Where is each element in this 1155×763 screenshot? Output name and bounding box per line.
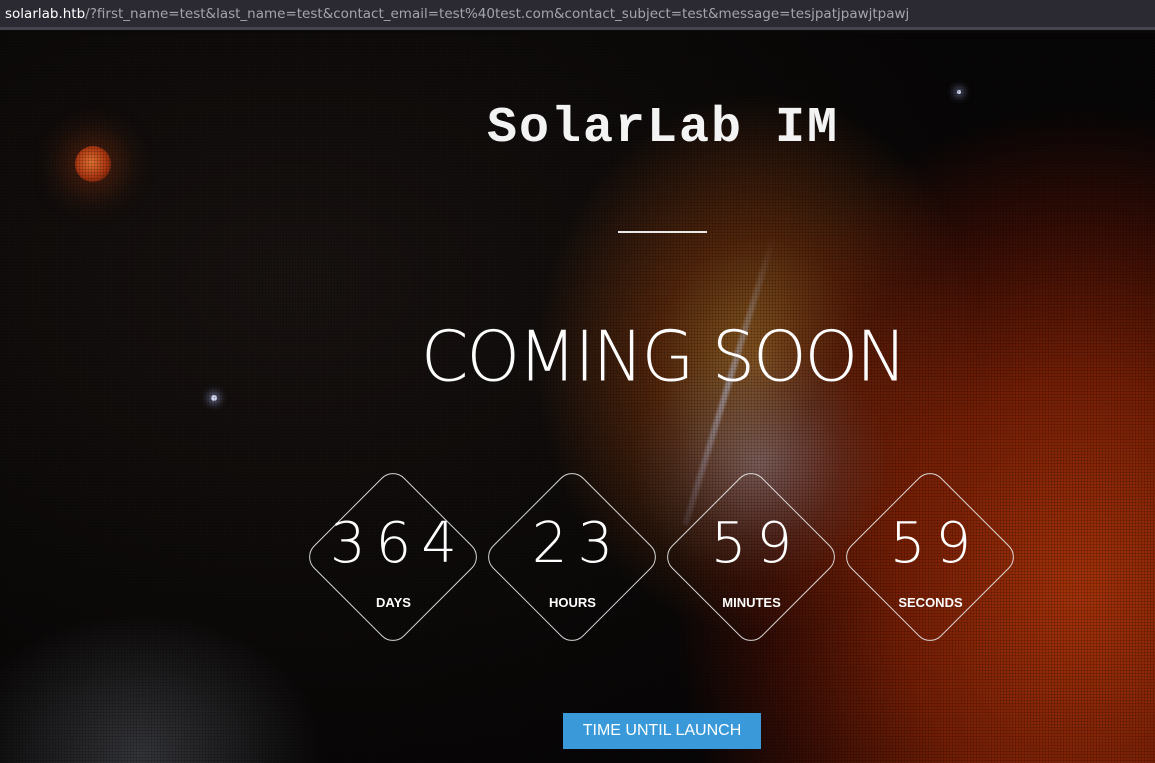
- countdown-seconds-label: SECONDS: [898, 595, 963, 610]
- countdown-hours-value: 23: [531, 511, 624, 576]
- countdown-minutes: 59 MINUTES: [660, 466, 842, 648]
- title-divider: [618, 231, 707, 233]
- url-host: solarlab.htb: [5, 6, 86, 22]
- coming-soon-heading: COMING SOON: [421, 317, 907, 398]
- countdown-minutes-label: MINUTES: [722, 595, 781, 610]
- countdown-seconds-value: 59: [889, 511, 982, 576]
- countdown-hours: 23 HOURS: [481, 466, 663, 648]
- time-until-launch-button[interactable]: TIME UNTIL LAUNCH: [563, 713, 761, 749]
- site-title: SolarLab IM: [486, 100, 840, 157]
- address-bar[interactable]: solarlab.htb/?first_name=test&last_name=…: [0, 0, 1155, 30]
- url-query: /?first_name=test&last_name=test&contact…: [85, 6, 910, 22]
- countdown-minutes-value: 59: [710, 511, 803, 576]
- countdown-seconds: 59 SECONDS: [839, 466, 1021, 648]
- countdown-days: 364 DAYS: [302, 466, 484, 648]
- countdown-hours-label: HOURS: [549, 595, 596, 610]
- star-image: [957, 90, 961, 94]
- countdown-days-value: 364: [330, 511, 467, 576]
- countdown-days-label: DAYS: [376, 595, 411, 610]
